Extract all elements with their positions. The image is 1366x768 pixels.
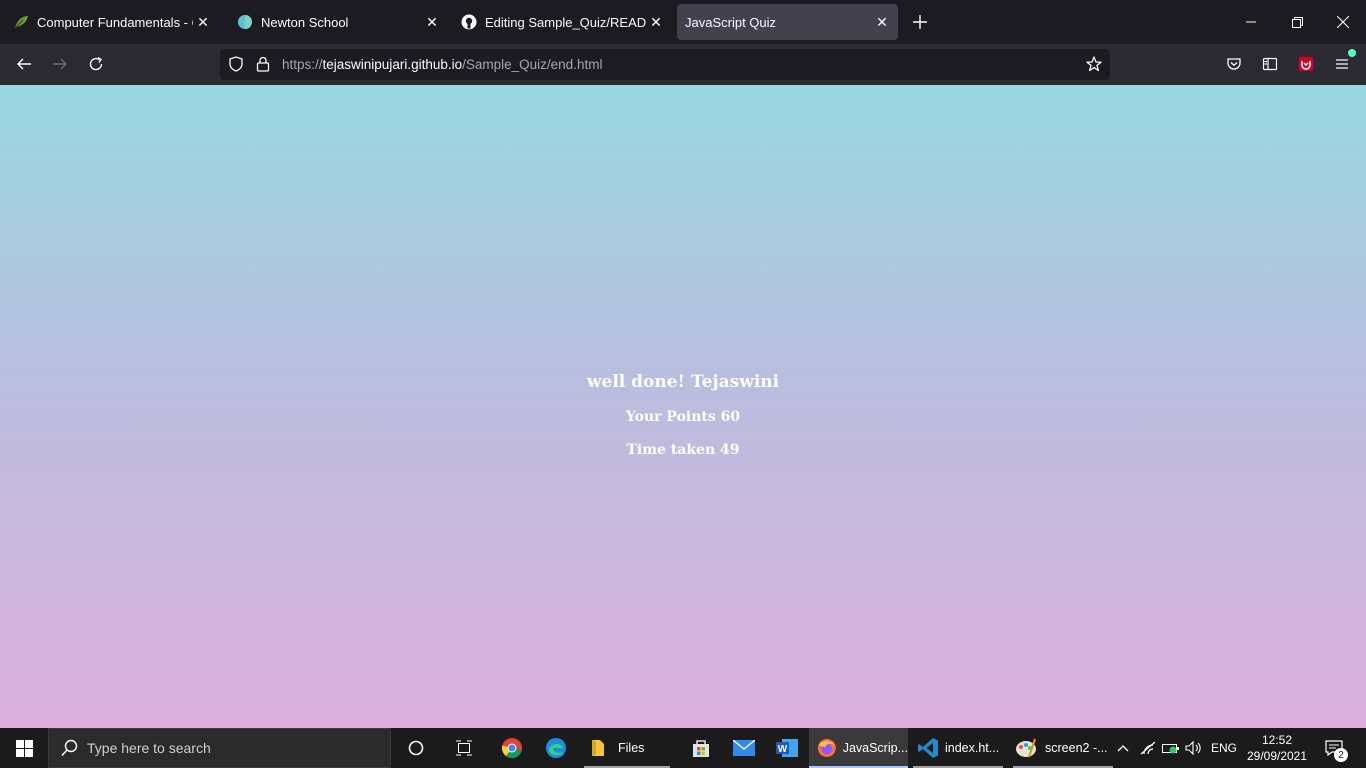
time-taken-text: Time taken 49	[626, 442, 740, 458]
minimize-icon	[1246, 21, 1256, 23]
tracking-protection-shield-icon[interactable]	[228, 56, 244, 77]
lock-icon[interactable]	[256, 56, 270, 77]
firefox-icon	[817, 739, 836, 757]
chevron-up-icon	[1117, 745, 1129, 752]
search-icon	[61, 739, 78, 757]
leaf-icon	[13, 14, 29, 30]
svg-text:W: W	[778, 744, 788, 755]
input-language-button[interactable]: ENG	[1208, 728, 1240, 768]
tab-computer-fundamentals[interactable]: Computer Fundamentals - Com ✕	[4, 4, 219, 40]
close-icon	[1337, 16, 1349, 28]
cortana-circle-icon	[408, 740, 424, 756]
task-view-button[interactable]	[444, 728, 484, 768]
windows-taskbar: Type here to search Files W JavaScrip...…	[0, 728, 1366, 768]
restore-icon	[1291, 16, 1303, 28]
clock-date: 29/09/2021	[1246, 749, 1308, 763]
clock-time: 12:52	[1261, 733, 1293, 747]
task-view-icon	[456, 740, 472, 756]
pocket-icon	[1227, 58, 1241, 70]
extension-button[interactable]	[1294, 52, 1318, 76]
sidebar-icon	[1262, 57, 1278, 71]
reload-icon	[89, 56, 103, 71]
reload-button[interactable]	[84, 52, 108, 76]
reader-sidebar-button[interactable]	[1258, 52, 1282, 76]
tab-javascript-quiz[interactable]: JavaScript Quiz ✕	[677, 4, 898, 40]
tab-title: Newton School	[261, 14, 349, 30]
vscode-taskbar-button[interactable]: index.ht...	[909, 728, 1007, 768]
app-menu-button[interactable]	[1330, 49, 1356, 76]
close-tab-icon[interactable]: ✕	[646, 12, 666, 32]
plus-icon	[913, 15, 927, 29]
taskbar-app-label: JavaScrip...	[842, 741, 908, 755]
address-bar[interactable]: https://tejaswinipujari.github.io/Sample…	[220, 49, 1110, 80]
volume-button[interactable]	[1183, 728, 1205, 768]
store-bag-icon	[693, 740, 709, 757]
taskbar-app-label: index.ht...	[945, 741, 1000, 755]
url-text[interactable]: https://tejaswinipujari.github.io/Sample…	[282, 57, 602, 72]
url-path: /Sample_Quiz/end.html	[462, 57, 603, 72]
arrow-right-icon	[53, 58, 67, 70]
search-placeholder: Type here to search	[87, 740, 211, 756]
restore-button[interactable]	[1274, 0, 1320, 44]
firefox-taskbar-button[interactable]: JavaScrip...	[809, 728, 908, 768]
show-hidden-icons-button[interactable]	[1112, 728, 1134, 768]
close-tab-icon[interactable]: ✕	[193, 12, 213, 32]
edge-icon	[546, 738, 566, 758]
speaker-icon	[1185, 741, 1201, 755]
newton-icon	[237, 14, 253, 30]
word-icon: W	[776, 739, 798, 757]
forward-button[interactable]	[48, 52, 72, 76]
tab-title: Editing Sample_Quiz/README.md	[485, 14, 646, 30]
tab-github-editing[interactable]: Editing Sample_Quiz/README.md ✕	[452, 4, 672, 40]
completion-heading: well done! Tejaswini	[586, 372, 780, 392]
edge-taskbar-button[interactable]	[535, 728, 577, 768]
mail-icon	[733, 740, 755, 756]
close-tab-icon[interactable]: ✕	[422, 12, 442, 32]
back-button[interactable]	[12, 52, 36, 76]
update-badge	[1348, 49, 1356, 57]
minimize-button[interactable]	[1228, 0, 1274, 44]
close-tab-icon[interactable]: ✕	[872, 12, 892, 32]
new-tab-button[interactable]	[908, 10, 932, 34]
extension-icon	[1299, 57, 1313, 71]
taskbar-app-label: screen2 -...	[1045, 741, 1108, 755]
url-host: tejaswinipujari.github.io	[322, 57, 463, 72]
cortana-button[interactable]	[396, 728, 436, 768]
points-text: Your Points 60	[625, 409, 741, 425]
vscode-icon	[918, 738, 938, 758]
navigation-toolbar: https://tejaswinipujari.github.io/Sample…	[0, 44, 1366, 86]
taskbar-search-box[interactable]: Type here to search	[48, 728, 391, 768]
tab-newton-school[interactable]: Newton School ✕	[228, 4, 448, 40]
windows-logo-icon	[15, 739, 33, 757]
tab-strip: Computer Fundamentals - Com ✕ Newton Sch…	[0, 0, 1366, 44]
battery-button[interactable]	[1160, 728, 1182, 768]
network-button[interactable]	[1137, 728, 1159, 768]
word-taskbar-button[interactable]: W	[766, 728, 808, 768]
url-prefix: https://	[282, 57, 323, 72]
paint-palette-icon	[1016, 738, 1036, 758]
paint-taskbar-button[interactable]: screen2 -...	[1009, 728, 1118, 768]
close-window-button[interactable]	[1320, 0, 1366, 44]
pocket-button[interactable]	[1222, 52, 1246, 76]
quiz-end-page: well done! Tejaswini Your Points 60 Time…	[0, 85, 1366, 728]
bookmark-star-icon[interactable]	[1086, 56, 1102, 77]
clock-button[interactable]: 12:52 29/09/2021	[1244, 728, 1310, 768]
mail-taskbar-button[interactable]	[723, 728, 765, 768]
battery-charging-icon	[1162, 744, 1179, 754]
notification-count-badge: 2	[1334, 748, 1348, 762]
store-taskbar-button[interactable]	[680, 728, 722, 768]
chrome-icon	[501, 738, 522, 759]
folder-icon	[592, 740, 604, 756]
files-taskbar-button[interactable]: Files	[580, 728, 674, 768]
tab-title: Computer Fundamentals - Com	[37, 14, 193, 30]
wifi-icon	[1140, 741, 1156, 755]
github-icon	[461, 14, 477, 30]
action-center-button[interactable]: 2	[1318, 728, 1350, 768]
arrow-left-icon	[17, 58, 31, 70]
tab-title: JavaScript Quiz	[685, 14, 777, 30]
taskbar-app-label: Files	[618, 741, 645, 755]
hamburger-menu-icon	[1336, 59, 1348, 69]
chrome-taskbar-button[interactable]	[491, 728, 533, 768]
start-button[interactable]	[0, 728, 48, 768]
